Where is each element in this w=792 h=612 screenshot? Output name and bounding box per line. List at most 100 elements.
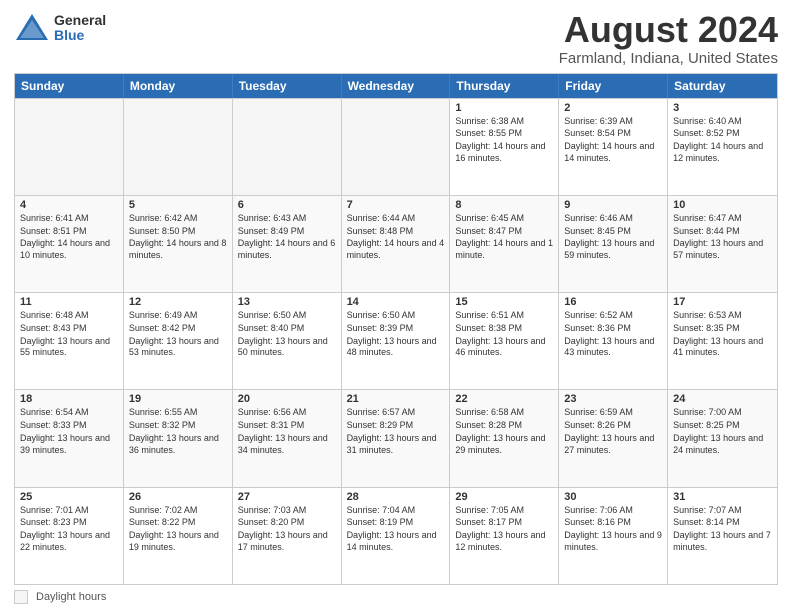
- sunset-line: Sunset: 8:20 PM: [238, 517, 336, 529]
- daylight-line: Daylight: 13 hours and 24 minutes.: [673, 433, 772, 456]
- sunrise-line: Sunrise: 6:54 AM: [20, 407, 118, 419]
- sunrise-line: Sunrise: 6:59 AM: [564, 407, 662, 419]
- sunset-line: Sunset: 8:40 PM: [238, 323, 336, 335]
- header-day-friday: Friday: [559, 74, 668, 98]
- legend: Daylight hours: [14, 590, 778, 604]
- calendar-cell-22: 22Sunrise: 6:58 AMSunset: 8:28 PMDayligh…: [450, 390, 559, 486]
- sunrise-line: Sunrise: 6:57 AM: [347, 407, 445, 419]
- sunset-line: Sunset: 8:19 PM: [347, 517, 445, 529]
- day-number: 1: [455, 102, 553, 114]
- sunset-line: Sunset: 8:29 PM: [347, 420, 445, 432]
- day-number: 23: [564, 393, 662, 405]
- daylight-line: Daylight: 14 hours and 10 minutes.: [20, 238, 118, 261]
- calendar-cell-7: 7Sunrise: 6:44 AMSunset: 8:48 PMDaylight…: [342, 196, 451, 292]
- sunrise-line: Sunrise: 6:47 AM: [673, 213, 772, 225]
- subtitle: Farmland, Indiana, United States: [559, 50, 778, 67]
- calendar-cell-16: 16Sunrise: 6:52 AMSunset: 8:36 PMDayligh…: [559, 293, 668, 389]
- calendar-cell-12: 12Sunrise: 6:49 AMSunset: 8:42 PMDayligh…: [124, 293, 233, 389]
- main-title: August 2024: [559, 10, 778, 50]
- calendar-cell-31: 31Sunrise: 7:07 AMSunset: 8:14 PMDayligh…: [668, 488, 777, 584]
- calendar-cell-1: 1Sunrise: 6:38 AMSunset: 8:55 PMDaylight…: [450, 99, 559, 195]
- calendar-cell-17: 17Sunrise: 6:53 AMSunset: 8:35 PMDayligh…: [668, 293, 777, 389]
- sunset-line: Sunset: 8:31 PM: [238, 420, 336, 432]
- header-day-monday: Monday: [124, 74, 233, 98]
- calendar-cell-10: 10Sunrise: 6:47 AMSunset: 8:44 PMDayligh…: [668, 196, 777, 292]
- daylight-line: Daylight: 13 hours and 12 minutes.: [455, 530, 553, 553]
- sunset-line: Sunset: 8:33 PM: [20, 420, 118, 432]
- day-number: 14: [347, 296, 445, 308]
- sunset-line: Sunset: 8:44 PM: [673, 226, 772, 238]
- daylight-line: Daylight: 13 hours and 34 minutes.: [238, 433, 336, 456]
- sunset-line: Sunset: 8:23 PM: [20, 517, 118, 529]
- calendar-cell-20: 20Sunrise: 6:56 AMSunset: 8:31 PMDayligh…: [233, 390, 342, 486]
- daylight-line: Daylight: 14 hours and 1 minute.: [455, 238, 553, 261]
- sunset-line: Sunset: 8:42 PM: [129, 323, 227, 335]
- sunrise-line: Sunrise: 7:07 AM: [673, 505, 772, 517]
- day-number: 21: [347, 393, 445, 405]
- logo-general: General: [54, 13, 106, 28]
- logo: General Blue: [14, 10, 106, 46]
- daylight-line: Daylight: 13 hours and 55 minutes.: [20, 336, 118, 359]
- calendar-cell-9: 9Sunrise: 6:46 AMSunset: 8:45 PMDaylight…: [559, 196, 668, 292]
- sunrise-line: Sunrise: 6:53 AM: [673, 310, 772, 322]
- header-day-thursday: Thursday: [450, 74, 559, 98]
- calendar-cell-4: 4Sunrise: 6:41 AMSunset: 8:51 PMDaylight…: [15, 196, 124, 292]
- calendar-cell-14: 14Sunrise: 6:50 AMSunset: 8:39 PMDayligh…: [342, 293, 451, 389]
- day-number: 26: [129, 491, 227, 503]
- day-number: 6: [238, 199, 336, 211]
- sunset-line: Sunset: 8:48 PM: [347, 226, 445, 238]
- calendar-cell-13: 13Sunrise: 6:50 AMSunset: 8:40 PMDayligh…: [233, 293, 342, 389]
- calendar-cell-18: 18Sunrise: 6:54 AMSunset: 8:33 PMDayligh…: [15, 390, 124, 486]
- daylight-line: Daylight: 14 hours and 4 minutes.: [347, 238, 445, 261]
- sunset-line: Sunset: 8:14 PM: [673, 517, 772, 529]
- calendar-cell-21: 21Sunrise: 6:57 AMSunset: 8:29 PMDayligh…: [342, 390, 451, 486]
- calendar-cell-19: 19Sunrise: 6:55 AMSunset: 8:32 PMDayligh…: [124, 390, 233, 486]
- sunrise-line: Sunrise: 7:06 AM: [564, 505, 662, 517]
- sunrise-line: Sunrise: 7:05 AM: [455, 505, 553, 517]
- day-number: 29: [455, 491, 553, 503]
- sunrise-line: Sunrise: 7:00 AM: [673, 407, 772, 419]
- daylight-line: Daylight: 14 hours and 12 minutes.: [673, 141, 772, 164]
- sunrise-line: Sunrise: 7:03 AM: [238, 505, 336, 517]
- daylight-line: Daylight: 13 hours and 9 minutes.: [564, 530, 662, 553]
- sunset-line: Sunset: 8:38 PM: [455, 323, 553, 335]
- day-number: 5: [129, 199, 227, 211]
- calendar-body: 1Sunrise: 6:38 AMSunset: 8:55 PMDaylight…: [15, 98, 777, 584]
- calendar-row-4: 18Sunrise: 6:54 AMSunset: 8:33 PMDayligh…: [15, 389, 777, 486]
- daylight-line: Daylight: 13 hours and 48 minutes.: [347, 336, 445, 359]
- day-number: 4: [20, 199, 118, 211]
- sunset-line: Sunset: 8:32 PM: [129, 420, 227, 432]
- sunrise-line: Sunrise: 6:40 AM: [673, 116, 772, 128]
- header: General Blue August 2024 Farmland, India…: [14, 10, 778, 67]
- day-number: 31: [673, 491, 772, 503]
- calendar-cell-23: 23Sunrise: 6:59 AMSunset: 8:26 PMDayligh…: [559, 390, 668, 486]
- sunrise-line: Sunrise: 6:39 AM: [564, 116, 662, 128]
- day-number: 2: [564, 102, 662, 114]
- daylight-line: Daylight: 13 hours and 27 minutes.: [564, 433, 662, 456]
- sunrise-line: Sunrise: 6:38 AM: [455, 116, 553, 128]
- sunset-line: Sunset: 8:49 PM: [238, 226, 336, 238]
- sunset-line: Sunset: 8:52 PM: [673, 128, 772, 140]
- legend-box: [14, 590, 28, 604]
- sunrise-line: Sunrise: 6:52 AM: [564, 310, 662, 322]
- daylight-line: Daylight: 13 hours and 46 minutes.: [455, 336, 553, 359]
- day-number: 28: [347, 491, 445, 503]
- day-number: 16: [564, 296, 662, 308]
- sunset-line: Sunset: 8:22 PM: [129, 517, 227, 529]
- sunrise-line: Sunrise: 6:44 AM: [347, 213, 445, 225]
- daylight-line: Daylight: 14 hours and 14 minutes.: [564, 141, 662, 164]
- sunrise-line: Sunrise: 7:04 AM: [347, 505, 445, 517]
- day-number: 9: [564, 199, 662, 211]
- daylight-line: Daylight: 13 hours and 43 minutes.: [564, 336, 662, 359]
- calendar-cell-11: 11Sunrise: 6:48 AMSunset: 8:43 PMDayligh…: [15, 293, 124, 389]
- calendar-cell-empty-3: [342, 99, 451, 195]
- calendar-cell-15: 15Sunrise: 6:51 AMSunset: 8:38 PMDayligh…: [450, 293, 559, 389]
- daylight-line: Daylight: 13 hours and 41 minutes.: [673, 336, 772, 359]
- calendar-cell-29: 29Sunrise: 7:05 AMSunset: 8:17 PMDayligh…: [450, 488, 559, 584]
- calendar-row-2: 4Sunrise: 6:41 AMSunset: 8:51 PMDaylight…: [15, 195, 777, 292]
- page: General Blue August 2024 Farmland, India…: [0, 0, 792, 612]
- sunset-line: Sunset: 8:47 PM: [455, 226, 553, 238]
- sunrise-line: Sunrise: 6:49 AM: [129, 310, 227, 322]
- daylight-line: Daylight: 13 hours and 59 minutes.: [564, 238, 662, 261]
- sunrise-line: Sunrise: 6:50 AM: [347, 310, 445, 322]
